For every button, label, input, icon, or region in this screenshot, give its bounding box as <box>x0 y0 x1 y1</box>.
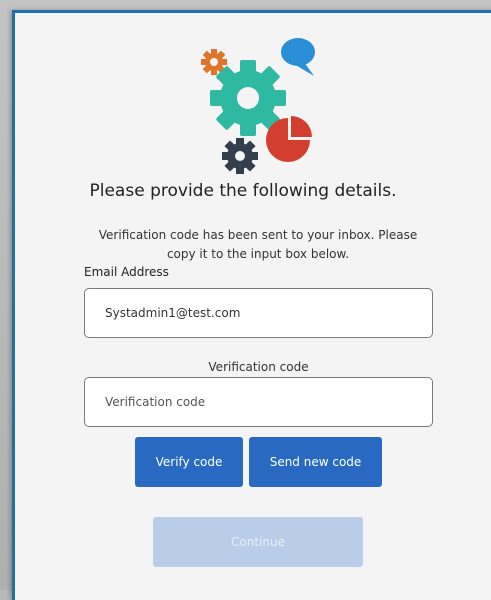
dark-gear-icon <box>222 138 258 174</box>
verification-code-label: Verification code <box>208 360 309 374</box>
email-label: Email Address <box>84 265 169 279</box>
gears-logo-icon <box>201 38 315 174</box>
email-field[interactable] <box>84 288 433 338</box>
intro-text: Verification code has been sent to your … <box>98 228 418 261</box>
verify-code-button[interactable]: Verify code <box>135 437 243 487</box>
page-title-text: Please provide the following details. <box>89 181 397 201</box>
continue-button[interactable]: Continue <box>153 517 363 567</box>
verification-code-input[interactable] <box>84 377 433 427</box>
chat-bubble-icon <box>281 38 315 76</box>
page-title: Please provide the following details. <box>0 181 491 201</box>
send-new-code-button[interactable]: Send new code <box>249 437 382 487</box>
